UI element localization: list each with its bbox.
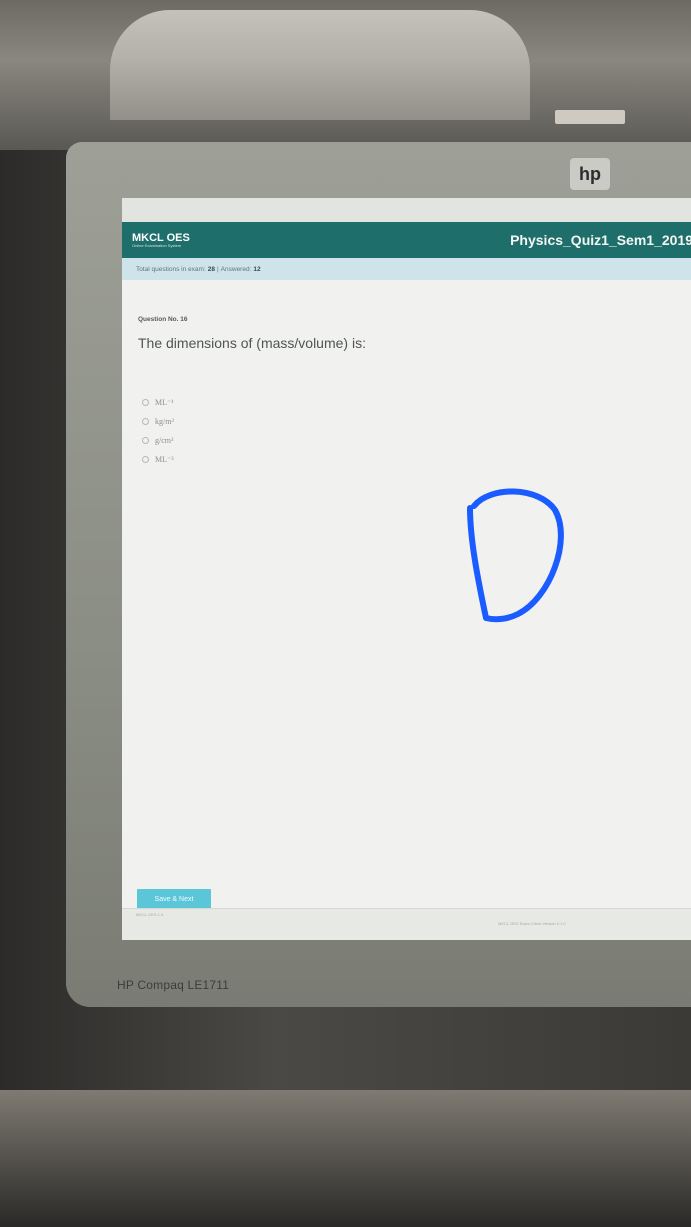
status-separator: | xyxy=(216,265,219,273)
ceiling-lamp xyxy=(110,10,530,120)
browser-top-strip xyxy=(122,198,691,222)
radio-icon[interactable] xyxy=(142,437,149,444)
radio-icon[interactable] xyxy=(142,399,149,406)
hp-logo-icon: hp xyxy=(570,158,610,190)
monitor-screen: MKCL OES Online Examination System Physi… xyxy=(122,198,691,940)
total-questions-label: Total questions in exam: xyxy=(136,265,206,273)
radio-icon[interactable] xyxy=(142,456,149,463)
option-4[interactable]: ML⁻³ xyxy=(142,450,174,469)
quiz-title: Physics_Quiz1_Sem1_2019 xyxy=(510,232,691,248)
question-text: The dimensions of (mass/volume) is: xyxy=(138,335,366,351)
option-label: ML⁻³ xyxy=(155,455,174,464)
option-2[interactable]: kg/m³ xyxy=(142,412,174,431)
save-next-button[interactable]: Save & Next xyxy=(137,889,211,909)
total-questions-value: 28 xyxy=(207,265,215,273)
radio-icon[interactable] xyxy=(142,418,149,425)
desk-surface xyxy=(0,1090,691,1227)
option-label: kg/m³ xyxy=(155,417,174,426)
footer-left-text: MKCL OES 1.0 xyxy=(136,912,164,917)
question-panel: Question No. 16 The dimensions of (mass/… xyxy=(122,280,691,940)
logo-text: MKCL OES xyxy=(132,231,190,244)
monitor-brand-label: HP Compaq LE1711 xyxy=(117,978,230,992)
option-3[interactable]: g/cm³ xyxy=(142,431,174,450)
answered-value: 12 xyxy=(253,265,261,273)
monitor-clip xyxy=(555,110,625,124)
answered-label: Answered: xyxy=(220,265,252,273)
option-label: ML⁻¹ xyxy=(155,398,174,407)
option-label: g/cm³ xyxy=(155,436,174,445)
question-number: Question No. 16 xyxy=(138,316,188,323)
exam-header: MKCL OES Online Examination System Physi… xyxy=(122,222,691,258)
logo-subtext: Online Examination System xyxy=(132,242,182,248)
exam-footer: MKCL OES 1.0 MKCL OES Exam Client Versio… xyxy=(122,908,691,940)
mkcl-logo: MKCL OES Online Examination System xyxy=(132,231,190,248)
footer-right-text: MKCL OES Exam Client Version 2.1.0 xyxy=(498,921,566,926)
option-1[interactable]: ML⁻¹ xyxy=(142,393,174,412)
exam-status-bar: Total questions in exam: 28 | Answered: … xyxy=(122,258,691,280)
handwritten-d-annotation xyxy=(467,488,564,623)
answer-options: ML⁻¹ kg/m³ g/cm³ ML⁻³ xyxy=(142,393,174,469)
